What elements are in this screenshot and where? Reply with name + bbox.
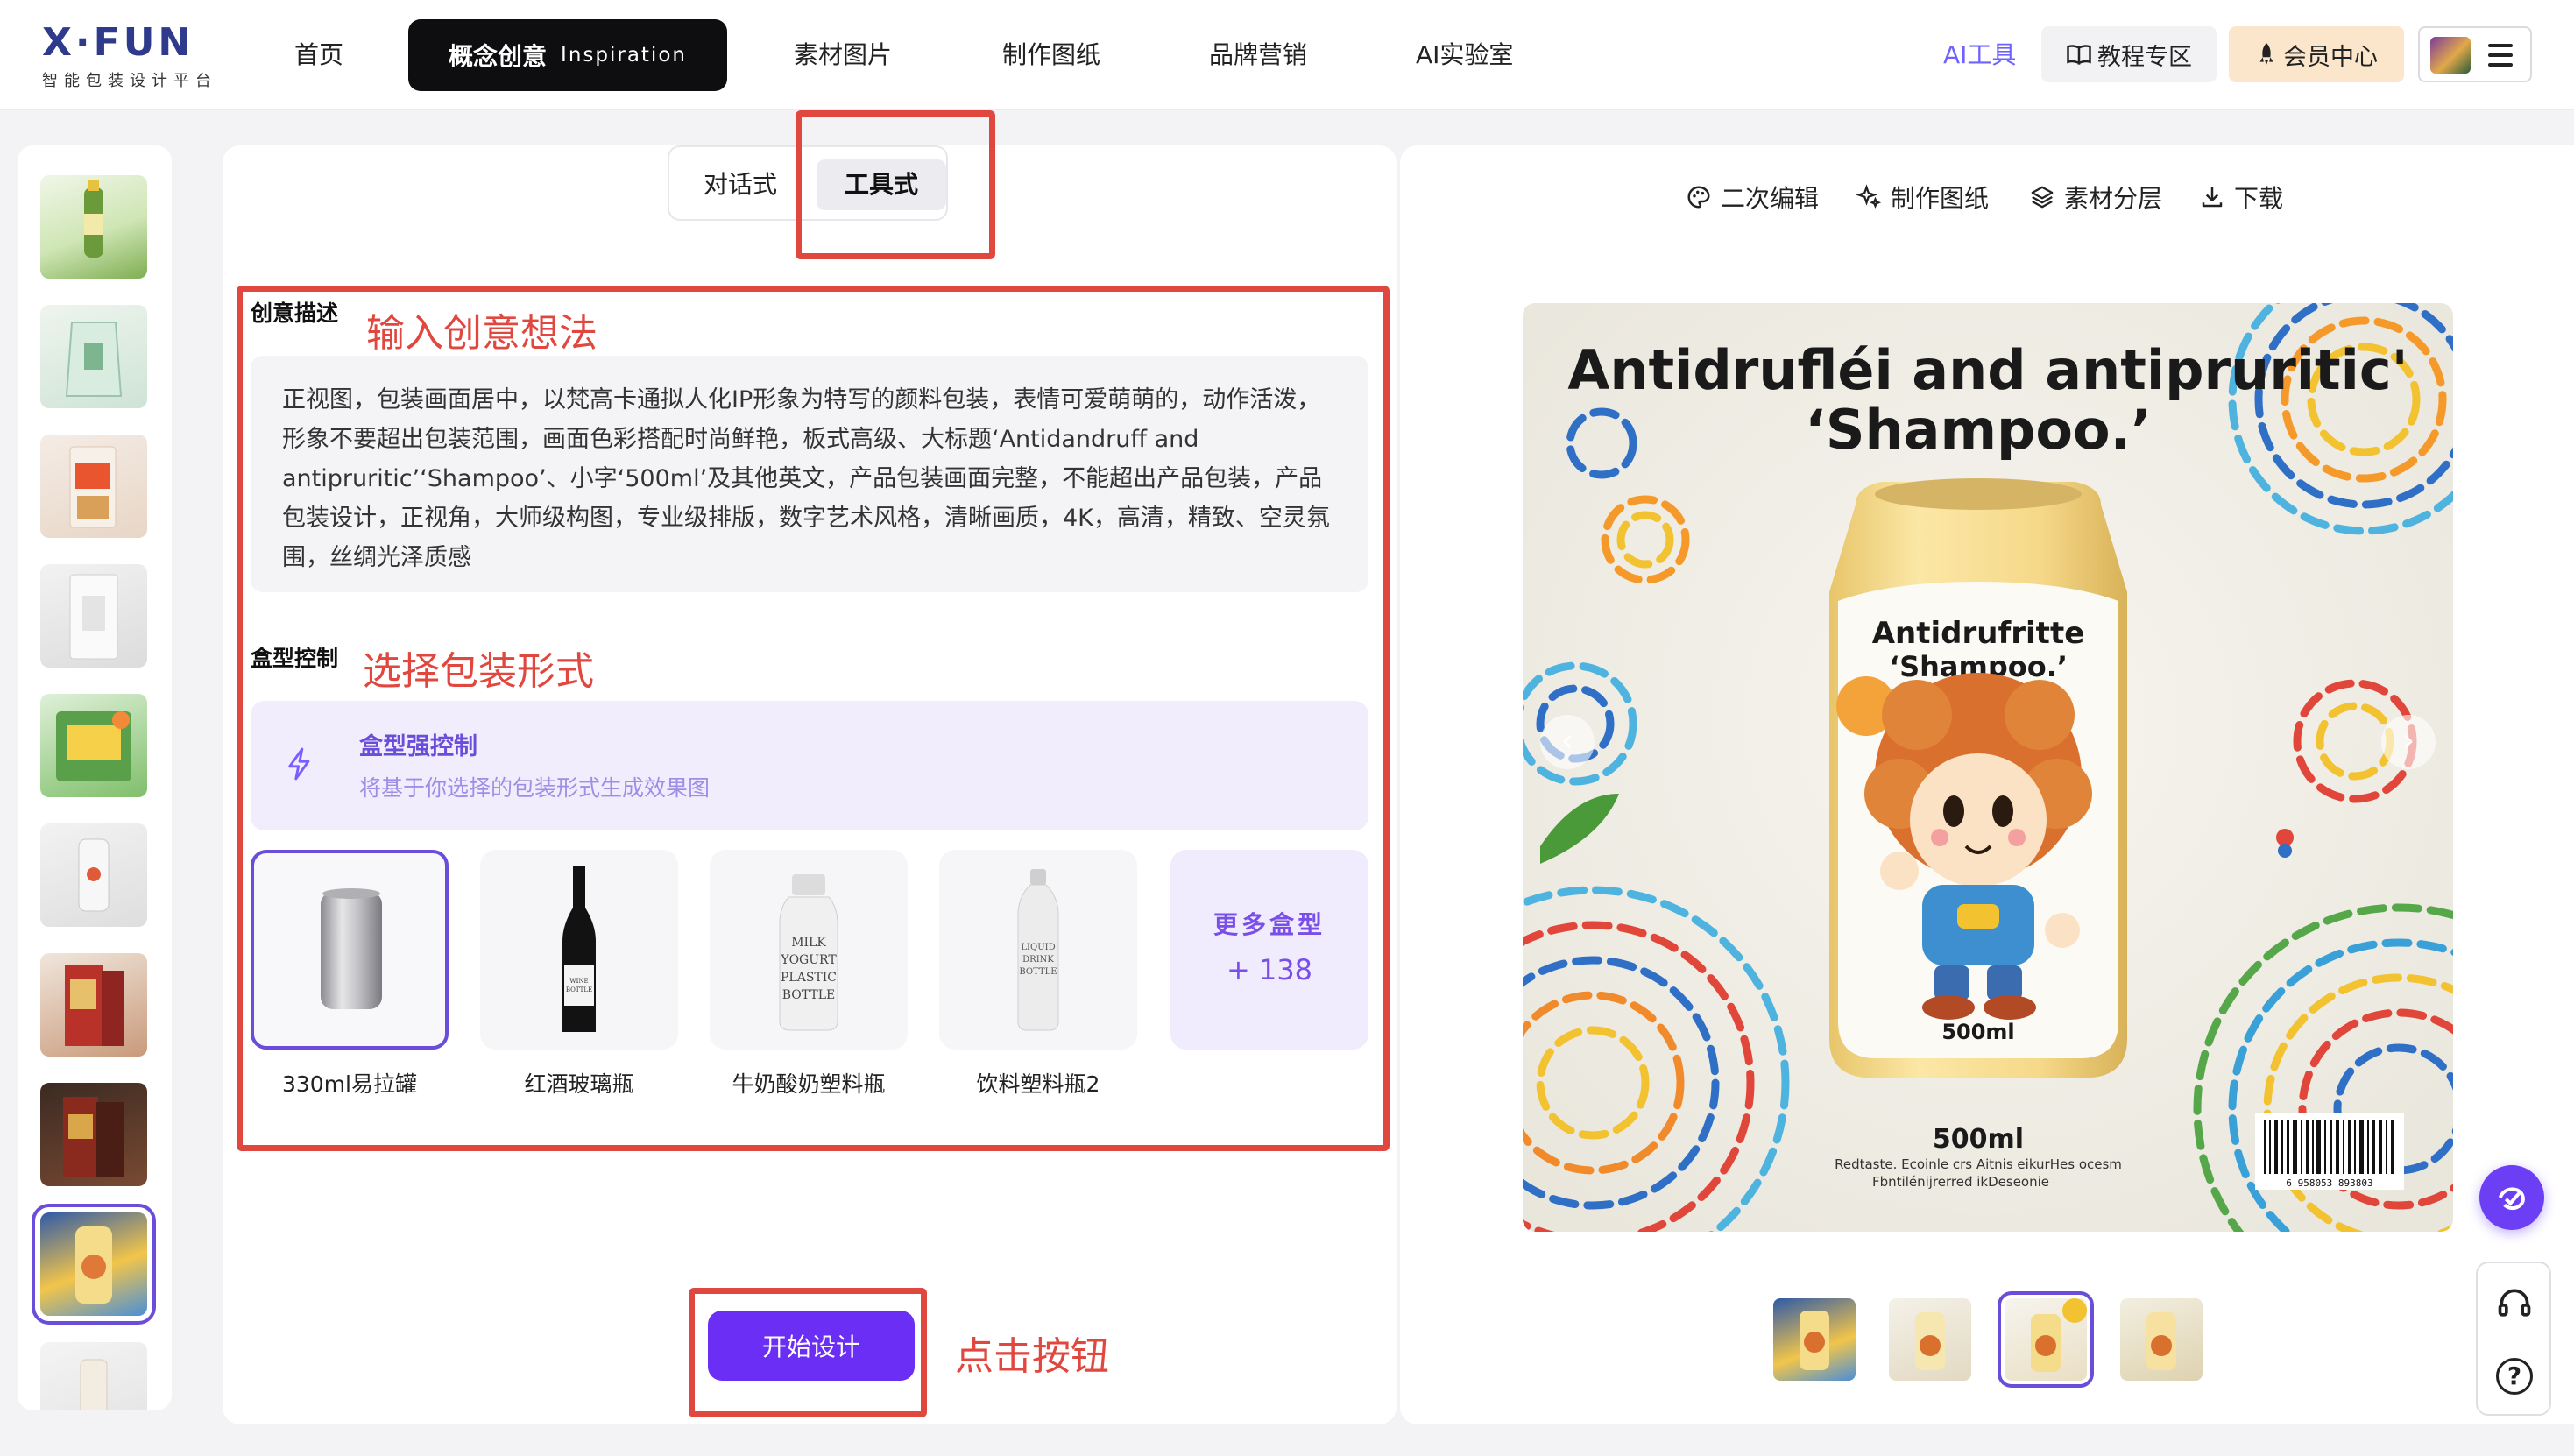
variant-thumbnail-selected[interactable] xyxy=(1998,1291,2094,1388)
shampoo-can-design-image: Antidrufléi and antipruritic' ‘Shampoo.’… xyxy=(1523,303,2453,1232)
palette-icon xyxy=(1687,186,1710,209)
carousel-prev-button[interactable]: ‹ xyxy=(1540,715,1595,769)
ai-assistant-button[interactable] xyxy=(2479,1165,2544,1230)
carousel-next-button[interactable]: › xyxy=(2381,715,2436,769)
annotation-input-idea: 输入创意想法 xyxy=(366,311,598,356)
variant-thumbnail[interactable] xyxy=(1889,1298,1971,1381)
tutorial-button[interactable]: 教程专区 xyxy=(2041,26,2217,82)
design-headline-line2: ‘Shampoo.’ xyxy=(1805,398,2151,462)
bottom-text-line2: Fbntilénijrerređ ikDeseonie xyxy=(1872,1174,2049,1190)
bottom-text-line1: Redtaste. Ecoinle crs Aitnis eikurHes oc… xyxy=(1835,1156,2122,1172)
history-thumbnail-selected[interactable] xyxy=(32,1204,156,1325)
history-thumbnail-rail[interactable] xyxy=(18,145,172,1410)
tea-bag-image xyxy=(65,322,123,397)
variant-image xyxy=(1915,1312,1945,1370)
snack-box-image xyxy=(69,446,117,528)
shampoo-can-image xyxy=(75,1226,112,1304)
material-layers-button[interactable]: 素材分层 xyxy=(2029,175,2162,219)
nav-home[interactable]: 首页 xyxy=(294,33,343,77)
barcode-number: 6 958053 893803 xyxy=(2286,1177,2372,1189)
history-thumbnail[interactable] xyxy=(40,694,147,797)
history-thumbnail[interactable] xyxy=(40,823,147,927)
secondary-edit-label: 二次编辑 xyxy=(1721,184,1820,213)
member-center-button[interactable]: 会员中心 xyxy=(2229,26,2404,82)
logo[interactable]: X·FUN 智能包装设计平台 xyxy=(42,21,217,91)
download-label: 下载 xyxy=(2234,184,2284,213)
annotation-click-button: 点击按钮 xyxy=(955,1334,1109,1379)
download-button[interactable]: 下载 xyxy=(2199,175,2283,219)
top-navbar: X·FUN 智能包装设计平台 首页 概念创意 Inspiration 素材图片 … xyxy=(0,0,2574,110)
avatar xyxy=(2430,37,2471,74)
nav-ai-lab[interactable]: AI实验室 xyxy=(1416,33,1513,77)
annotation-select-package: 选择包装形式 xyxy=(363,649,594,694)
download-icon xyxy=(2202,187,2223,208)
nav-inspiration-en: Inspiration xyxy=(561,44,687,67)
nav-drawings[interactable]: 制作图纸 xyxy=(1002,33,1100,77)
annotation-box-start-button xyxy=(689,1288,927,1417)
preview-panel: 二次编辑 制作图纸 素材分层 下载 Antidrufléi and antipr… xyxy=(1400,145,2574,1424)
history-thumbnail[interactable] xyxy=(40,1083,147,1186)
variant-image xyxy=(2146,1312,2176,1370)
menu-icon xyxy=(2488,44,2513,67)
nav-inspiration[interactable]: 概念创意 Inspiration xyxy=(408,19,727,91)
history-thumbnail[interactable] xyxy=(40,564,147,668)
logo-tagline: 智能包装设计平台 xyxy=(42,72,217,90)
headset-icon[interactable] xyxy=(2495,1284,2534,1326)
user-menu[interactable] xyxy=(2418,26,2532,82)
rocket-icon xyxy=(2259,43,2273,65)
design-headline-line1: Antidrufléi and antipruritic' xyxy=(1567,338,2408,402)
tube-image xyxy=(80,1359,108,1410)
variant-image xyxy=(2031,1298,2087,1372)
generated-design-preview[interactable]: Antidrufléi and antipruritic' ‘Shampoo.’… xyxy=(1523,303,2453,1232)
nav-materials[interactable]: 素材图片 xyxy=(794,33,892,77)
make-drawing-button[interactable]: 制作图纸 xyxy=(1856,175,1989,219)
layers-icon xyxy=(2031,186,2054,209)
book-icon xyxy=(2067,45,2091,66)
history-thumbnail[interactable] xyxy=(40,305,147,408)
green-box-image xyxy=(56,711,131,781)
history-thumbnail[interactable] xyxy=(40,435,147,538)
red-box-image xyxy=(65,965,124,1046)
variant-thumbnail[interactable] xyxy=(2120,1298,2203,1381)
logo-wordmark: X·FUN xyxy=(42,20,194,65)
white-box-image xyxy=(69,574,118,660)
annotation-box-tool-tab xyxy=(796,110,995,259)
dark-box-image xyxy=(63,1097,124,1177)
help-icon[interactable]: ? xyxy=(2496,1358,2533,1395)
nav-marketing[interactable]: 品牌营销 xyxy=(1209,33,1307,77)
history-thumbnail[interactable] xyxy=(40,1342,147,1410)
white-can-image xyxy=(78,838,110,912)
member-label: 会员中心 xyxy=(2283,43,2378,71)
can-title-line1: Antidrufritte xyxy=(1872,616,2085,651)
support-toolbar: ? xyxy=(2476,1262,2551,1416)
annotation-box-form xyxy=(237,286,1390,1151)
sparkle-icon xyxy=(1856,184,1882,209)
green-bottle-image xyxy=(84,180,103,258)
bottom-volume: 500ml xyxy=(1933,1124,2024,1155)
make-drawing-label: 制作图纸 xyxy=(1891,184,1990,213)
can-volume: 500ml xyxy=(1941,1020,2014,1044)
nav-inspiration-label: 概念创意 xyxy=(449,42,548,71)
tab-chat-mode[interactable]: 对话式 xyxy=(685,159,796,210)
variant-thumbnail[interactable] xyxy=(1773,1298,1856,1381)
secondary-edit-button[interactable]: 二次编辑 xyxy=(1686,175,1819,219)
assistant-icon xyxy=(2498,1187,2525,1211)
tutorial-label: 教程专区 xyxy=(2097,43,2192,71)
nav-ai-tools[interactable]: AI工具 xyxy=(1943,35,2016,75)
history-thumbnail[interactable] xyxy=(40,953,147,1057)
variant-image xyxy=(1800,1311,1829,1370)
history-thumbnail[interactable] xyxy=(40,175,147,279)
material-layers-label: 素材分层 xyxy=(2064,184,2163,213)
